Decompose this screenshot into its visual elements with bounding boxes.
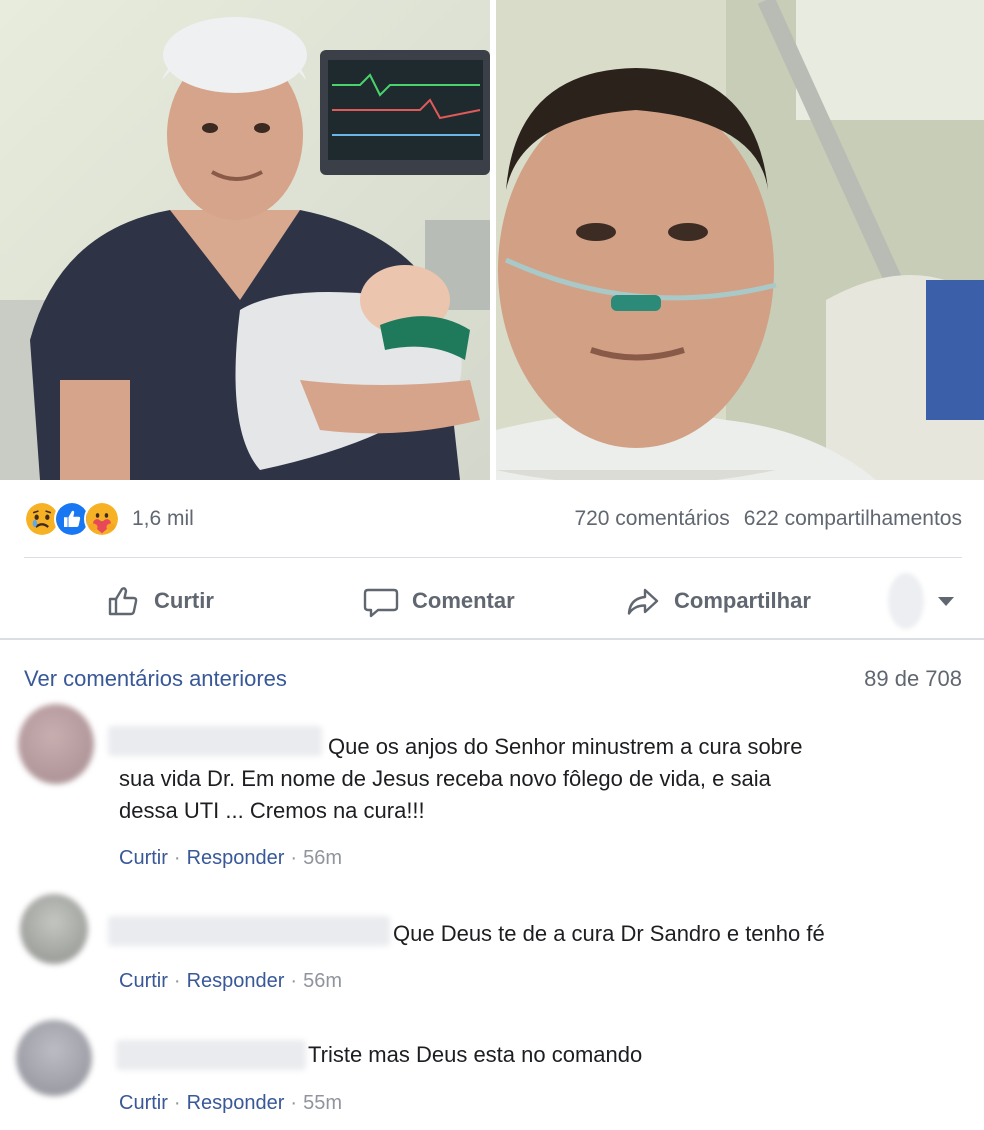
view-previous-comments-link[interactable]: Ver comentários anteriores (24, 666, 287, 692)
post-action-bar: Curtir Comentar Compartilhar (0, 570, 984, 632)
profile-avatar (888, 573, 924, 629)
comment-timestamp[interactable]: 56m (303, 847, 342, 870)
comment-button[interactable]: Comentar (362, 582, 515, 620)
engagement-counts: 720 comentários 622 compartilhamentos (574, 507, 962, 531)
comment-timestamp[interactable]: 56m (303, 970, 342, 993)
comment-text-line2: sua vida Dr. Em nome de Jesus receba nov… (119, 766, 771, 791)
commenter-avatar[interactable] (20, 894, 88, 964)
react-as-selector[interactable] (888, 570, 954, 632)
like-button[interactable]: Curtir (104, 582, 214, 620)
separator-dot: · (173, 970, 181, 992)
separator-dot: · (290, 847, 298, 869)
separator-dot: · (290, 970, 298, 992)
share-label: Compartilhar (674, 588, 811, 613)
separator-dot: · (290, 1092, 298, 1114)
comment-actions: Curtir · Responder · 56m (119, 970, 342, 993)
photo-patient-selfie[interactable] (496, 0, 984, 480)
separator-dot: · (173, 847, 181, 869)
comment-like-link[interactable]: Curtir (119, 847, 168, 870)
commenter-name[interactable] (108, 726, 322, 756)
share-button[interactable]: Compartilhar (624, 582, 811, 620)
caret-down-icon (938, 596, 954, 606)
post-photos (0, 0, 984, 480)
commenter-avatar[interactable] (18, 704, 94, 784)
comment-text-cont: sua vida Dr. Em nome de Jesus receba nov… (119, 763, 771, 795)
section-divider (0, 638, 984, 640)
comment-label: Comentar (412, 588, 515, 613)
comment-like-link[interactable]: Curtir (119, 970, 168, 993)
comment-like-link[interactable]: Curtir (119, 1092, 168, 1115)
comment-text-line1: Que Deus te de a cura Dr Sandro e tenho … (393, 921, 825, 946)
commenter-name[interactable] (108, 916, 390, 946)
comment-timestamp[interactable]: 55m (303, 1092, 342, 1115)
comment-actions: Curtir · Responder · 56m (119, 847, 342, 870)
photo-doctor-with-newborn[interactable] (0, 0, 490, 480)
reaction-count[interactable]: 1,6 mil (132, 507, 194, 531)
care-reaction-icon (84, 501, 120, 537)
comment-reply-link[interactable]: Responder (187, 970, 285, 993)
comment-reply-link[interactable]: Responder (187, 847, 285, 870)
share-arrow-icon (627, 588, 659, 615)
comments-pager: 89 de 708 (864, 666, 962, 691)
thumbs-up-icon (108, 587, 138, 616)
comments-count[interactable]: 720 comentários (574, 507, 729, 531)
divider (24, 557, 962, 558)
comment-text: Que os anjos do Senhor minustrem a cura … (328, 731, 802, 763)
comment-actions: Curtir · Responder · 55m (119, 1092, 342, 1115)
separator-dot: · (173, 1092, 181, 1114)
comment-text-cont: dessa UTI ... Cremos na cura!!! (119, 795, 425, 827)
comment-text-line1: Triste mas Deus esta no comando (308, 1042, 643, 1067)
shares-count[interactable]: 622 compartilhamentos (744, 507, 962, 531)
commenter-avatar[interactable] (16, 1020, 92, 1096)
post-stats: 1,6 mil 720 comentários 622 compartilham… (24, 496, 962, 542)
speech-bubble-icon (363, 588, 399, 618)
like-label: Curtir (154, 588, 214, 613)
commenter-name[interactable] (116, 1040, 306, 1070)
comment-text: Triste mas Deus esta no comando (308, 1039, 642, 1071)
comment-text-line1: Que os anjos do Senhor minustrem a cura … (328, 734, 803, 759)
comment-reply-link[interactable]: Responder (187, 1092, 285, 1115)
comment-text-line3: dessa UTI ... Cremos na cura!!! (119, 798, 425, 823)
comments-header: Ver comentários anteriores 89 de 708 (24, 666, 962, 692)
comment-text: Que Deus te de a cura Dr Sandro e tenho … (393, 918, 825, 950)
reactions-summary[interactable]: 1,6 mil (24, 501, 194, 537)
